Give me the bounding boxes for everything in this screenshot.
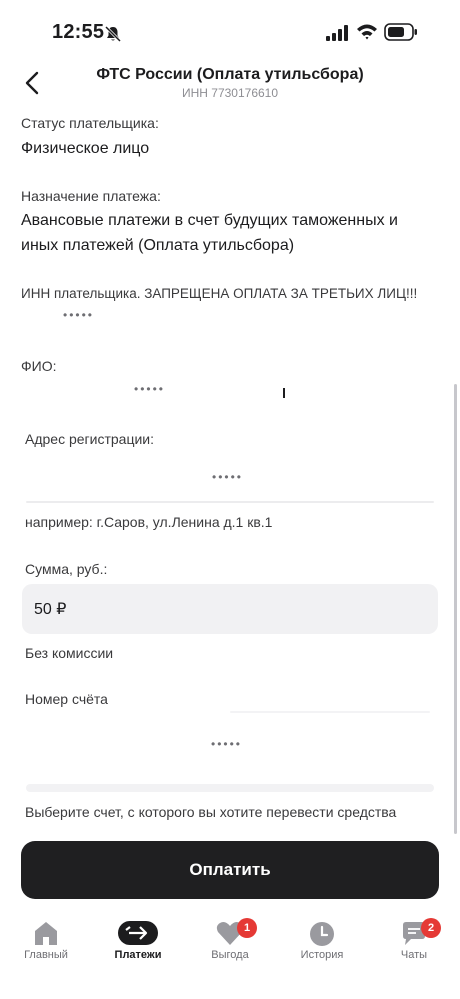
amount-hint: Без комиссии bbox=[25, 645, 114, 661]
home-icon bbox=[35, 922, 57, 945]
inn-label: ИНН плательщика. ЗАПРЕЩЕНА ОПЛАТА ЗА ТРЕ… bbox=[21, 286, 418, 301]
purpose-value-line1: Авансовые платежи в счет будущих таможен… bbox=[21, 212, 398, 229]
account-divider bbox=[26, 784, 434, 792]
transfer-icon bbox=[118, 921, 158, 945]
wifi-icon bbox=[357, 24, 377, 40]
clock-icon bbox=[310, 922, 334, 946]
address-field[interactable]: ••••• bbox=[21, 466, 437, 496]
benefits-badge: 1 bbox=[237, 918, 257, 938]
inn-value: ••••• bbox=[63, 308, 95, 322]
account-top-divider bbox=[230, 711, 430, 713]
status-bar: 12:55 bbox=[0, 0, 460, 62]
tab-payments-label: Платежи bbox=[114, 949, 162, 961]
tab-history-label: История bbox=[300, 949, 344, 961]
amount-value: 50 ₽ bbox=[34, 601, 67, 618]
purpose-label: Назначение платежа: bbox=[21, 188, 161, 204]
tab-bar: Главный Платежи 1 Выгода История 2 Чаты bbox=[0, 912, 460, 999]
tab-benefits[interactable]: 1 Выгода bbox=[184, 912, 276, 972]
address-value: ••••• bbox=[212, 470, 244, 484]
payer-status-label: Статус плательщика: bbox=[21, 115, 159, 131]
purpose-value-line2: иных платежей (Оплата утильсбора) bbox=[21, 237, 295, 254]
page-subtitle: ИНН 7730176610 bbox=[181, 86, 279, 100]
address-hint: например: г.Саров, ул.Ленина д.1 кв.1 bbox=[25, 514, 273, 530]
amount-input[interactable]: 50 ₽ bbox=[22, 584, 438, 634]
page-title: ФТС России (Оплата утильсбора) bbox=[96, 66, 364, 83]
tab-chats-label: Чаты bbox=[400, 949, 428, 961]
account-select[interactable]: ••••• bbox=[21, 733, 437, 763]
account-label: Номер счёта bbox=[25, 691, 108, 707]
fio-value: ••••• bbox=[134, 382, 166, 396]
tab-benefits-label: Выгода bbox=[211, 949, 249, 961]
account-hint: Выберите счет, с которого вы хотите пере… bbox=[25, 804, 397, 820]
address-label: Адрес регистрации: bbox=[25, 431, 155, 447]
scrollbar[interactable] bbox=[454, 384, 457, 834]
fio-label: ФИО: bbox=[21, 358, 57, 374]
status-time: 12:55 bbox=[52, 21, 105, 43]
amount-label: Сумма, руб.: bbox=[25, 561, 108, 577]
battery-icon bbox=[384, 23, 417, 41]
account-value: ••••• bbox=[211, 737, 243, 751]
bell-off-icon bbox=[104, 25, 122, 43]
payment-form: Статус плательщика: Физическое лицо Назн… bbox=[0, 108, 460, 830]
payer-status-value: Физическое лицо bbox=[21, 140, 150, 157]
tab-history[interactable]: История bbox=[276, 912, 368, 972]
text-cursor bbox=[283, 388, 285, 398]
chats-badge: 2 bbox=[421, 918, 441, 938]
fio-field[interactable]: ••••• bbox=[21, 380, 437, 402]
tab-payments[interactable]: Платежи bbox=[92, 912, 184, 972]
tab-home-label: Главный bbox=[24, 949, 68, 961]
tab-chats[interactable]: 2 Чаты bbox=[368, 912, 460, 972]
address-divider bbox=[26, 501, 434, 503]
header: ФТС России (Оплата утильсбора) ИНН 77301… bbox=[0, 62, 460, 108]
cellular-signal-icon bbox=[326, 25, 348, 41]
inn-field[interactable]: ••••• bbox=[21, 306, 437, 328]
tab-home[interactable]: Главный bbox=[0, 912, 92, 972]
pay-button[interactable]: Оплатить bbox=[21, 841, 439, 899]
